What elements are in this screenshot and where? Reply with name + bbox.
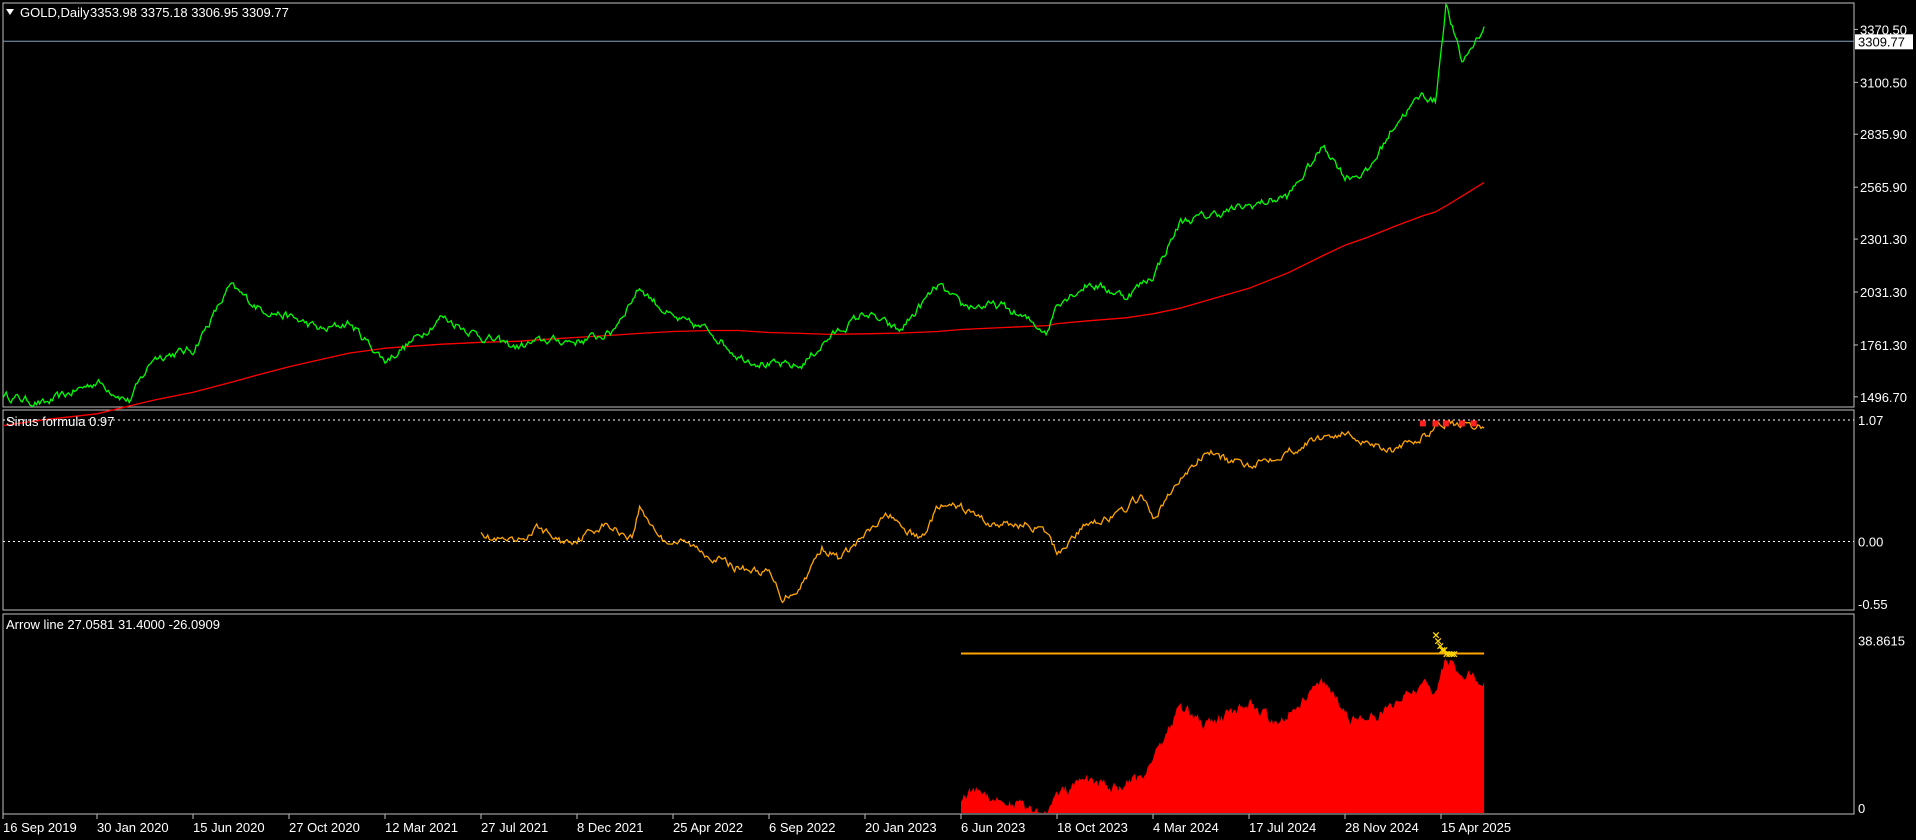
time-tick-label: 15 Jun 2020: [193, 820, 265, 835]
arrow-mark: ×: [1450, 647, 1459, 660]
main-pane-header: GOLD,Daily 3353.98 3375.18 3306.95 3309.…: [6, 5, 289, 20]
time-tick-label: 25 Apr 2022: [673, 820, 743, 835]
time-tick-label: 6 Sep 2022: [769, 820, 836, 835]
main-y-tick-label: 2565.90: [1860, 180, 1907, 195]
main-y-tick-label: 2031.30: [1860, 285, 1907, 300]
time-tick-label: 12 Mar 2021: [385, 820, 458, 835]
main-y-tick-label: 3100.50: [1860, 75, 1907, 90]
sinus-signal-mark: [1432, 420, 1439, 427]
time-tick-label: 27 Oct 2020: [289, 820, 360, 835]
main-y-tick-label: 2835.90: [1860, 127, 1907, 142]
time-tick-label: 8 Dec 2021: [577, 820, 644, 835]
arrow-pane-title: Arrow line 27.0581 31.4000 -26.0909: [6, 617, 220, 632]
sinus-y-tick-label: 1.07: [1858, 413, 1883, 428]
sinus-signal-mark: [1442, 420, 1449, 427]
main-y-tick-label: 1761.30: [1860, 338, 1907, 353]
time-tick-label: 27 Jul 2021: [481, 820, 548, 835]
main-y-tick-label: 1496.70: [1860, 390, 1907, 405]
time-tick-label: 15 Apr 2025: [1441, 820, 1511, 835]
time-tick-label: 28 Nov 2024: [1345, 820, 1419, 835]
time-tick-label: 4 Mar 2024: [1153, 820, 1219, 835]
sinus-signal-mark: [1458, 420, 1465, 427]
ohlc-values: 3353.98 3375.18 3306.95 3309.77: [90, 5, 289, 20]
arrow-y-tick-label: 0: [1858, 801, 1865, 816]
time-tick-label: 18 Oct 2023: [1057, 820, 1128, 835]
time-tick-label: 6 Jun 2023: [961, 820, 1025, 835]
time-tick-label: 17 Jul 2024: [1249, 820, 1316, 835]
sinus-y-tick-label: -0.55: [1858, 597, 1888, 612]
time-tick-label: 20 Jan 2023: [865, 820, 937, 835]
trading-chart[interactable]: ××××××××× GOLD,Daily 3353.98 3375.18 330…: [0, 0, 1916, 840]
main-y-tick-label: 2301.30: [1860, 232, 1907, 247]
current-price-label: 3309.77: [1855, 34, 1913, 50]
symbol-title: GOLD,Daily: [20, 5, 90, 20]
arrow-y-tick-label: 38.8615: [1858, 634, 1905, 649]
sinus-signal-mark: [1419, 420, 1426, 427]
time-tick-label: 16 Sep 2019: [3, 820, 77, 835]
sinus-pane-title: Sinus formula 0.97: [6, 414, 114, 429]
sinus-y-tick-label: 0.00: [1858, 535, 1883, 550]
sinus-signal-mark: [1470, 420, 1477, 427]
current-price-text: 3309.77: [1858, 34, 1905, 49]
time-tick-label: 30 Jan 2020: [97, 820, 169, 835]
